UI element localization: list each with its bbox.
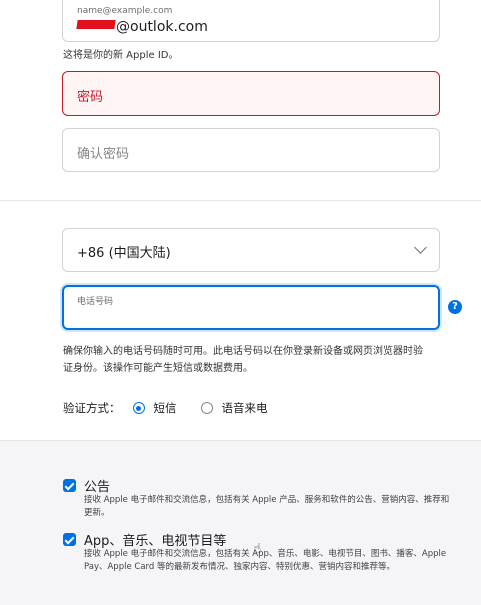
voice-call-radio[interactable]: [200, 402, 213, 414]
country-code-value: +86 (中国大陆): [77, 246, 171, 261]
password-field[interactable]: 密码: [62, 71, 440, 116]
info-icon[interactable]: ?: [448, 300, 462, 314]
apple-id-helper-text: 这将是你的新 Apple ID。: [63, 50, 179, 61]
confirm-password-field[interactable]: 确认密码: [62, 128, 440, 172]
verification-label: 验证方式：: [63, 401, 121, 415]
sms-radio[interactable]: [132, 402, 145, 414]
phone-number-label: 电话号码: [77, 297, 114, 307]
subscriptions-section: [0, 440, 481, 605]
sms-radio-label[interactable]: 短信: [154, 400, 177, 416]
announcements-checkbox[interactable]: [63, 479, 76, 492]
confirm-password-placeholder: 确认密码: [77, 147, 130, 162]
hand-cursor-icon: ☝: [253, 541, 262, 557]
apple-id-value[interactable]: @outlok.com: [76, 19, 208, 35]
announcements-title: 公告: [84, 480, 111, 495]
redaction-mark: [76, 20, 116, 29]
password-placeholder: 密码: [77, 90, 104, 105]
apps-music-tv-description: 接收 Apple 电子邮件和交流信息，包括有关 App、音乐、电影、电视节目、图…: [84, 549, 447, 572]
announcements-description: 接收 Apple 电子邮件和交流信息，包括有关 Apple 产品、服务和软件的公…: [84, 495, 450, 518]
chevron-down-icon: [414, 241, 427, 254]
apps-music-tv-checkbox[interactable]: [63, 533, 76, 546]
voice-call-radio-label[interactable]: 语音来电: [222, 400, 268, 416]
apple-id-domain: @outlok.com: [116, 19, 208, 35]
apple-id-label: name@example.com: [77, 6, 173, 16]
phone-description: 确保你输入的电话号码随时可用。此电话号码以在你登录新设备或网页浏览器时验证身份。…: [63, 346, 423, 374]
country-code-select[interactable]: +86 (中国大陆): [62, 228, 440, 272]
phone-number-input[interactable]: 电话号码: [62, 285, 440, 330]
apple-id-field[interactable]: name@example.com @outlok.com: [62, 0, 440, 42]
apps-music-tv-title: App、音乐、电视节目等: [84, 534, 227, 549]
section-divider: [0, 200, 481, 201]
verification-method-row: 验证方式： 短信 语音来电: [63, 400, 292, 416]
